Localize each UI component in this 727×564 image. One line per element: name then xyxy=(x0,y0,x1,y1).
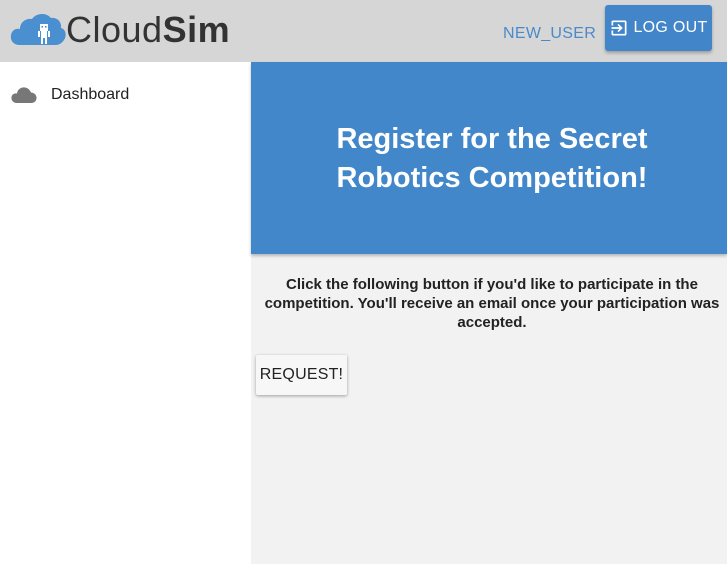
request-button[interactable]: REQUEST! xyxy=(256,355,347,395)
top-bar: CloudSim NEW_USER LOG OUT xyxy=(0,0,727,62)
username-link[interactable]: NEW_USER xyxy=(503,25,596,43)
app-root: CloudSim NEW_USER LOG OUT Dashboard Regi… xyxy=(0,0,727,564)
hero-banner: Register for the Secret Robotics Competi… xyxy=(251,62,727,254)
sidebar-item-dashboard[interactable]: Dashboard xyxy=(0,76,251,112)
sidebar-item-label: Dashboard xyxy=(51,86,130,103)
cloud-icon xyxy=(11,87,37,103)
logout-button[interactable]: LOG OUT xyxy=(605,5,712,51)
logo-text: CloudSim xyxy=(66,12,230,48)
main-content: Register for the Secret Robotics Competi… xyxy=(251,62,727,564)
cloud-robot-logo-icon xyxy=(10,13,66,45)
logout-label: LOG OUT xyxy=(633,19,708,36)
page-title: Register for the Secret Robotics Competi… xyxy=(336,123,648,194)
logo-text-regular: Cloud xyxy=(66,9,163,50)
registration-description: Click the following button if you'd like… xyxy=(264,276,720,331)
exit-to-app-icon xyxy=(611,20,627,36)
cloudsim-logo[interactable]: CloudSim xyxy=(10,6,230,54)
logo-text-bold: Sim xyxy=(162,9,231,50)
sidebar: Dashboard xyxy=(0,62,251,564)
